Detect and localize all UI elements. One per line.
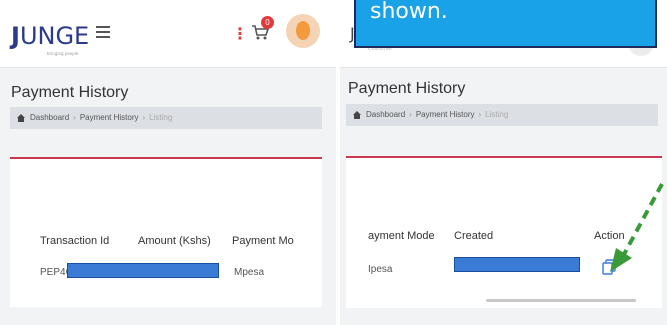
- breadcrumb-payment-history[interactable]: Payment History: [416, 110, 475, 119]
- brand-logo[interactable]: JUNGE bringing people: [11, 22, 89, 56]
- redaction-bar: [454, 257, 580, 272]
- hamburger-menu-icon[interactable]: [96, 26, 110, 38]
- cell-payment-mode: Ipesa: [368, 264, 393, 275]
- breadcrumb: Dashboard › Payment History › Listing: [10, 107, 322, 129]
- breadcrumb-listing: Listing: [485, 110, 509, 119]
- top-navbar: JUNGE bringing people ⋮ 0: [0, 0, 336, 68]
- breadcrumb-listing: Listing: [149, 113, 173, 122]
- breadcrumb-dashboard[interactable]: Dashboard: [30, 113, 69, 122]
- annotation-arrow-icon: [610, 183, 664, 272]
- callout-text: shown.: [370, 0, 448, 24]
- page-title: Payment History: [348, 80, 466, 97]
- left-screenshot-panel: JUNGE bringing people ⋮ 0 Payment Histor…: [0, 0, 336, 325]
- cart-count-badge: 0: [261, 16, 274, 29]
- home-icon: [17, 114, 25, 122]
- breadcrumb: Dashboard › Payment History › Listing: [346, 104, 658, 126]
- breadcrumb-payment-history[interactable]: Payment History: [80, 113, 139, 122]
- home-icon: [353, 111, 361, 119]
- column-header-created[interactable]: Created: [454, 230, 493, 242]
- column-header-payment-mode[interactable]: Payment Mo: [232, 235, 294, 247]
- horizontal-scrollbar[interactable]: [486, 299, 636, 302]
- redaction-bar: [67, 263, 219, 278]
- column-header-amount[interactable]: Amount (Kshs): [138, 235, 211, 247]
- user-avatar[interactable]: [286, 14, 320, 48]
- annotation-callout: shown.: [354, 0, 657, 48]
- page-title: Payment History: [11, 84, 129, 101]
- column-header-transaction-id[interactable]: Transaction Id: [40, 235, 109, 247]
- payment-table-card: Transaction Id Amount (Kshs) Payment Mo …: [10, 157, 322, 307]
- breadcrumb-dashboard[interactable]: Dashboard: [366, 110, 405, 119]
- more-options-icon[interactable]: ⋮: [232, 24, 248, 43]
- column-header-payment-mode[interactable]: ayment Mode: [368, 230, 435, 242]
- cell-payment-mode: Mpesa: [234, 267, 265, 278]
